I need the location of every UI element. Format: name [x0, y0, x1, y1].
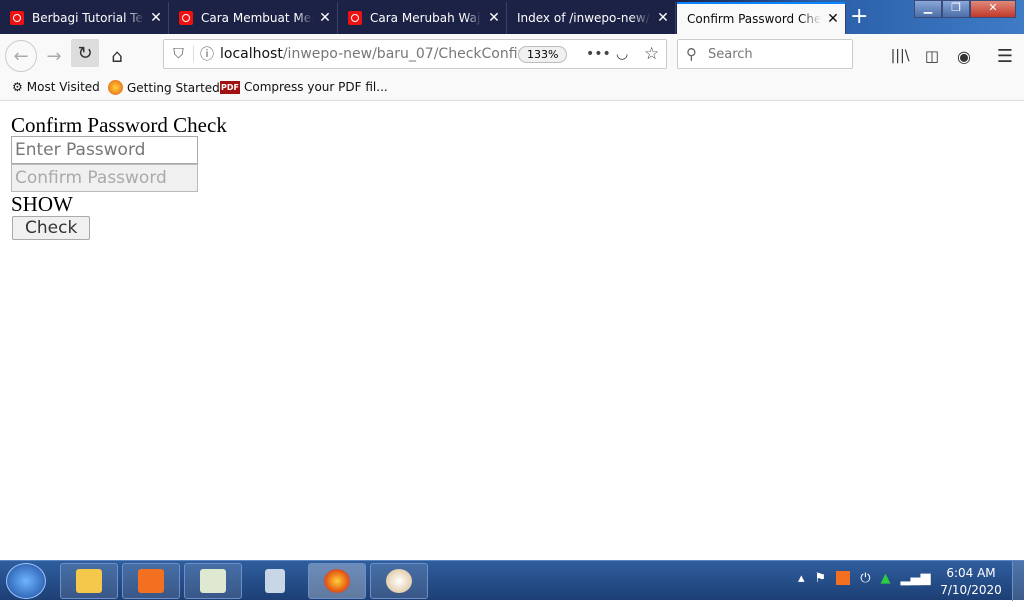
bookmark-getting-started[interactable]: Getting Started: [108, 80, 220, 95]
close-tab-icon[interactable]: ✕: [144, 10, 168, 26]
close-tab-icon[interactable]: ✕: [651, 10, 675, 26]
library-icon[interactable]: |||\: [886, 42, 914, 70]
bookmark-compress-pdf[interactable]: PDF Compress your PDF fil...: [220, 80, 388, 94]
back-button[interactable]: ←: [5, 40, 37, 72]
network-signal-icon[interactable]: ▂▄▆: [900, 571, 930, 586]
taskbar-file-explorer[interactable]: [60, 563, 118, 599]
shield-icon[interactable]: ⛉: [164, 46, 194, 62]
bookmark-star-icon[interactable]: ☆: [644, 44, 659, 64]
page-content: Confirm Password Check SHOW Check: [0, 102, 1024, 560]
account-icon[interactable]: ◉: [950, 42, 978, 70]
forward-button[interactable]: →: [40, 42, 68, 70]
navigation-toolbar: ← → ↻ ⌂ ⛉ ⓘ localhost/inwepo-new/baru_07…: [0, 34, 1024, 74]
info-icon[interactable]: ⓘ: [194, 44, 220, 64]
show-toggle[interactable]: SHOW: [11, 192, 1013, 216]
opera-icon: [10, 11, 24, 25]
password-input[interactable]: [11, 136, 198, 164]
tab-cara-membuat-menu[interactable]: Cara Membuat Menu✕: [169, 2, 338, 34]
taskbar-calculator[interactable]: [246, 563, 304, 599]
xampp-tray-icon[interactable]: [836, 571, 851, 585]
paint-icon: [386, 569, 412, 593]
xampp-icon: [138, 569, 164, 593]
taskbar-firefox[interactable]: [308, 563, 366, 599]
taskbar-paint[interactable]: [370, 563, 428, 599]
close-window-button[interactable]: ✕: [970, 0, 1016, 18]
taskbar-xampp[interactable]: [122, 563, 180, 599]
tray-triangle-icon[interactable]: ▲: [880, 571, 890, 586]
tab-berbagi-tutorial[interactable]: Berbagi Tutorial Terbaru✕: [0, 2, 169, 34]
tab-index-of[interactable]: Index of /inwepo-new/baru_07✕: [507, 2, 676, 34]
tab-cara-merubah-wajah[interactable]: Cara Merubah Wajah✕: [338, 2, 507, 34]
show-desktop-button[interactable]: [1012, 561, 1024, 601]
search-icon: ⚲: [686, 45, 697, 63]
url-bar[interactable]: ⛉ ⓘ localhost/inwepo-new/baru_07/CheckCo…: [163, 39, 667, 69]
minimize-button[interactable]: ▁: [914, 0, 942, 18]
opera-icon: [179, 11, 193, 25]
tab-confirm-password-check[interactable]: Confirm Password Check ✕: [677, 2, 846, 34]
menu-icon[interactable]: ☰: [991, 42, 1019, 70]
sidebar-icon[interactable]: ◫: [918, 42, 946, 70]
action-center-flag-icon[interactable]: ⚑: [815, 571, 827, 586]
firefox-icon: [324, 569, 350, 593]
page-title: Confirm Password Check: [11, 113, 227, 137]
bookmarks-toolbar: ⚙ Most Visited Getting Started PDF Compres…: [0, 74, 1024, 101]
opera-icon: [348, 11, 362, 25]
restore-button[interactable]: ❐: [942, 0, 970, 18]
system-tray: ▴ ⚑ ⏻ ▲ ▂▄▆: [798, 571, 930, 586]
reload-button[interactable]: ↻: [71, 39, 99, 67]
pocket-icon[interactable]: ◡: [616, 46, 628, 62]
notepad-plus-plus-icon: [200, 569, 226, 593]
power-plug-icon[interactable]: ⏻: [860, 571, 870, 586]
page-actions-icon[interactable]: •••: [586, 46, 611, 62]
start-button[interactable]: [6, 563, 46, 599]
close-tab-icon[interactable]: ✕: [482, 10, 506, 26]
browser-titlebar: Berbagi Tutorial Terbaru✕ Cara Membuat M…: [0, 0, 1024, 34]
close-tab-icon[interactable]: ✕: [313, 10, 337, 26]
clock[interactable]: 6:04 AM 7/10/2020: [940, 565, 1002, 599]
confirm-password-input[interactable]: [11, 164, 198, 192]
firefox-icon: [108, 80, 123, 95]
check-button[interactable]: Check: [12, 216, 91, 240]
gear-icon: ⚙: [12, 80, 23, 94]
folder-icon: [76, 569, 102, 593]
bookmark-most-visited[interactable]: ⚙ Most Visited: [12, 80, 100, 94]
taskbar-notepad-plus-plus[interactable]: [184, 563, 242, 599]
new-tab-button[interactable]: +: [850, 4, 868, 29]
close-tab-icon[interactable]: ✕: [821, 11, 845, 27]
taskbar: ▴ ⚑ ⏻ ▲ ▂▄▆ 6:04 AM 7/10/2020: [0, 560, 1024, 601]
home-button[interactable]: ⌂: [103, 42, 131, 70]
calculator-icon: [265, 569, 285, 593]
pdf-icon: PDF: [220, 80, 240, 94]
show-hidden-icons[interactable]: ▴: [798, 571, 805, 586]
zoom-level-badge[interactable]: 133%: [518, 46, 568, 63]
search-input[interactable]: ⚲ Search: [677, 39, 853, 69]
